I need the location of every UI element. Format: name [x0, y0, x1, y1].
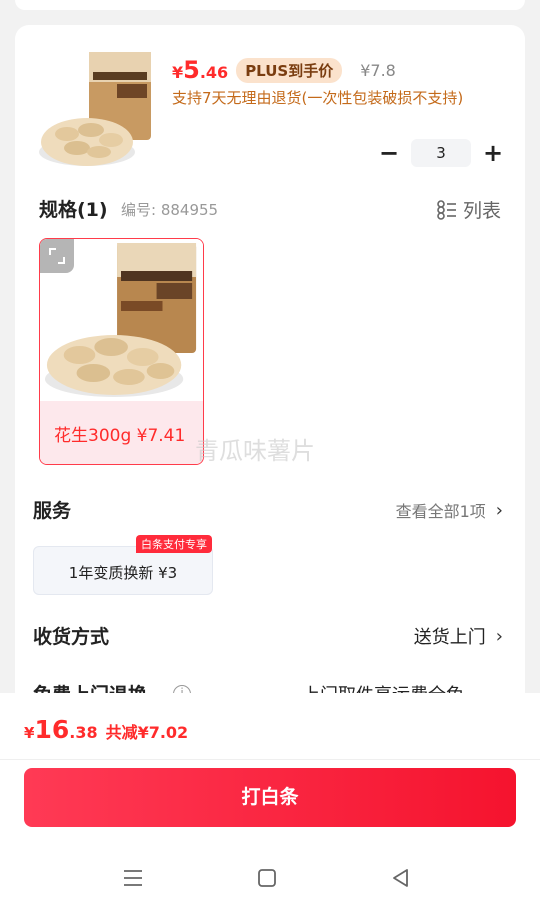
- checkout-footer: ¥ 16 .38 共减¥7.02 打白条: [0, 693, 540, 911]
- delivery-method-selector[interactable]: 送货上门 ›: [414, 623, 503, 649]
- spec-option-card[interactable]: 花生300g ¥7.41: [39, 238, 204, 465]
- menu-icon[interactable]: [120, 865, 146, 891]
- total-price: ¥ 16 .38 共减¥7.02: [24, 715, 189, 744]
- product-options-card: ¥ 5 .46 PLUS到手价 ¥7.8 支持7天无理由退货(一次性包装破损不支…: [15, 25, 525, 725]
- list-view-label: 列表: [462, 200, 501, 222]
- service-view-all[interactable]: 查看全部1项 ›: [396, 498, 503, 522]
- list-icon: [437, 199, 456, 220]
- total-saved: 共减¥7.02: [105, 723, 189, 742]
- decrease-quantity-button[interactable]: −: [375, 139, 403, 167]
- spec-option-label: 花生300g ¥7.41: [54, 426, 186, 446]
- chevron-right-icon: ›: [495, 625, 503, 647]
- service-view-all-label: 查看全部1项: [395, 502, 486, 521]
- product-thumbnail: [39, 52, 151, 166]
- delivery-method-title: 收货方式: [33, 626, 110, 648]
- spec-code: 编号: 884955: [121, 201, 219, 219]
- plus-price: ¥ 5 .46: [172, 56, 229, 84]
- watermark: 青瓜味薯片: [195, 437, 315, 465]
- quantity-input[interactable]: 3: [411, 139, 471, 167]
- footer-divider: [0, 759, 540, 760]
- service-title: 服务: [33, 500, 72, 522]
- plus-price-tag: PLUS到手价: [236, 57, 343, 83]
- list-view-toggle[interactable]: 列表: [437, 196, 501, 223]
- back-triangle-icon[interactable]: [388, 865, 414, 891]
- return-policy-note: 支持7天无理由退货(一次性包装破损不支持): [172, 89, 464, 107]
- previous-card-edge: [15, 0, 525, 10]
- chevron-right-icon: ›: [495, 499, 503, 521]
- spec-title: 规格(1): [39, 199, 108, 221]
- price-row: ¥ 5 .46 PLUS到手价 ¥7.8: [172, 55, 396, 85]
- delivery-method-value: 送货上门: [413, 627, 486, 648]
- system-nav-bar: [0, 853, 540, 903]
- expand-icon[interactable]: [40, 239, 74, 273]
- service-badge: 白条支付专享: [136, 535, 212, 553]
- service-option-chip[interactable]: 1年变质换新 ¥3: [33, 546, 213, 595]
- original-price: ¥7.8: [360, 60, 396, 80]
- home-square-icon[interactable]: [254, 865, 280, 891]
- increase-quantity-button[interactable]: +: [479, 139, 507, 167]
- service-option-label: 1年变质换新 ¥3: [68, 564, 178, 582]
- quantity-stepper: − 3 +: [375, 139, 507, 167]
- pay-button[interactable]: 打白条: [24, 768, 516, 827]
